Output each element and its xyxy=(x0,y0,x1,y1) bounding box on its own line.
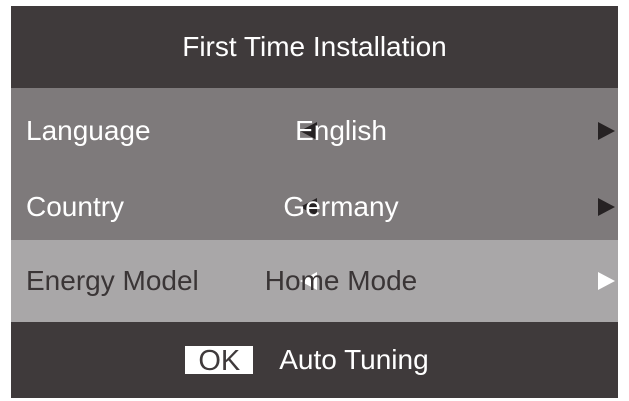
menu-row-language[interactable]: Language English xyxy=(11,88,618,174)
arrow-right-icon[interactable] xyxy=(598,272,615,290)
menu-row-label: Energy Model xyxy=(26,265,199,296)
tv-installation-menu: First Time Installation Language English… xyxy=(11,6,618,398)
menu-row-energy-model[interactable]: Energy Model Home Mode xyxy=(11,240,618,322)
auto-tuning-label: Auto Tuning xyxy=(279,344,429,375)
menu-row-value: English xyxy=(295,115,387,146)
menu-row-country[interactable]: Country Germany xyxy=(11,174,618,240)
menu-row-label: Language xyxy=(26,115,151,146)
menu-row-value: Germany xyxy=(283,191,399,222)
menu-title: First Time Installation xyxy=(11,6,618,88)
menu-row-label: Country xyxy=(26,191,125,222)
ok-button[interactable]: OK xyxy=(185,346,254,374)
footer-bar: OK Auto Tuning xyxy=(11,322,618,398)
arrow-right-icon[interactable] xyxy=(598,198,615,216)
arrow-right-icon[interactable] xyxy=(598,122,615,140)
menu-row-value: Home Mode xyxy=(264,265,418,296)
